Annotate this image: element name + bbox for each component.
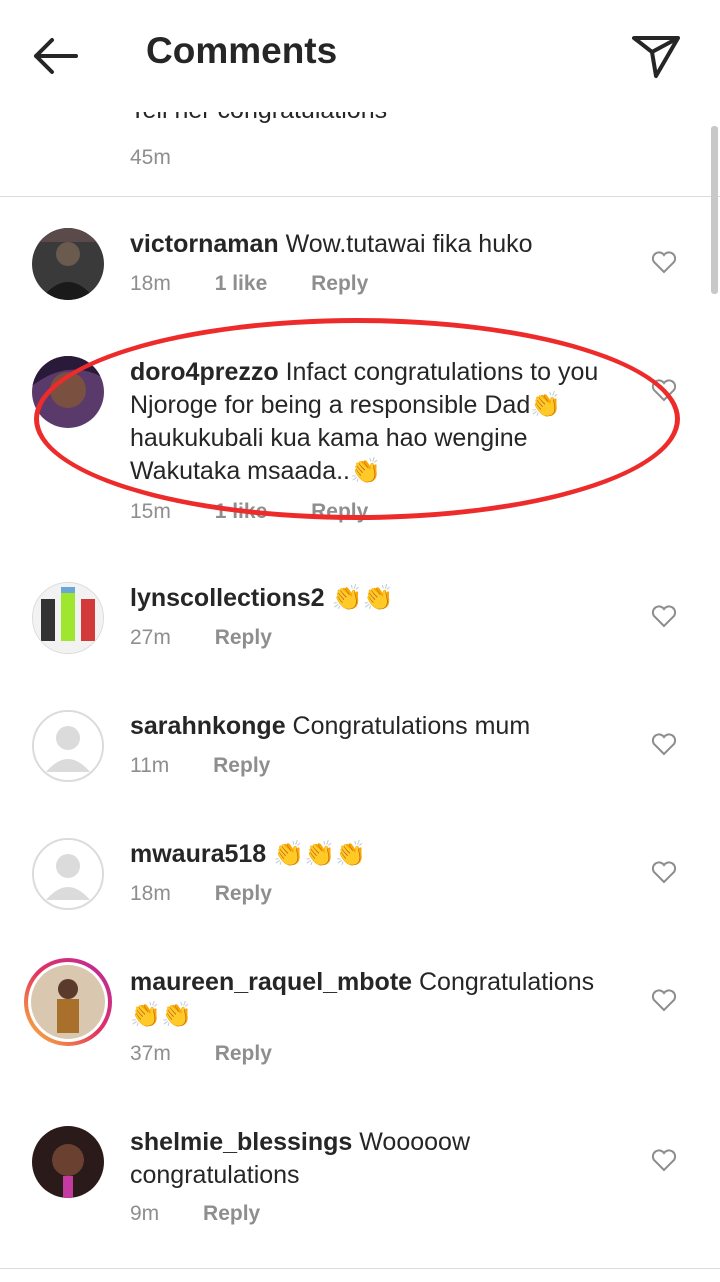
- comment-meta: 18m 1 like Reply: [130, 272, 406, 296]
- avatar[interactable]: [32, 582, 104, 654]
- reply-button[interactable]: Reply: [215, 626, 272, 649]
- arrow-left-icon: [34, 38, 78, 74]
- comment-meta: 11m Reply: [130, 754, 308, 778]
- likes-count[interactable]: 1 like: [215, 500, 268, 523]
- comment-meta: 37m Reply: [130, 1042, 310, 1066]
- heart-icon[interactable]: [651, 250, 677, 274]
- scrollbar[interactable]: [711, 126, 718, 294]
- comments-header: Comments: [0, 0, 720, 112]
- comment-username[interactable]: sarahnkonge: [130, 712, 286, 740]
- reply-button[interactable]: Reply: [215, 882, 272, 905]
- avatar[interactable]: [32, 1126, 104, 1198]
- comment-text: victornaman Wow.tutawai fika huko: [130, 228, 610, 261]
- comment-meta: 15m 1 like Reply: [130, 500, 406, 524]
- heart-icon[interactable]: [651, 604, 677, 628]
- comment-body: Wow.tutawai fika huko: [278, 230, 533, 258]
- reply-button[interactable]: Reply: [311, 500, 368, 523]
- comment-text: doro4prezzo Infact congratulations to yo…: [130, 356, 610, 488]
- comment-time: 37m: [130, 1042, 171, 1065]
- comment-time: 11m: [130, 754, 170, 777]
- comment-username[interactable]: doro4prezzo: [130, 358, 279, 386]
- heart-icon[interactable]: [651, 1148, 677, 1172]
- comment-text: maureen_raquel_mbote Congratulations 👏👏: [130, 966, 610, 1032]
- comment-time: 18m: [130, 882, 171, 905]
- comment-username[interactable]: maureen_raquel_mbote: [130, 968, 412, 996]
- share-button[interactable]: [628, 30, 684, 82]
- likes-count[interactable]: 1 like: [215, 272, 268, 295]
- comment-time: 18m: [130, 272, 171, 295]
- reply-button[interactable]: Reply: [311, 272, 368, 295]
- heart-icon[interactable]: [651, 732, 677, 756]
- comment-meta: 27m Reply: [130, 626, 310, 650]
- reply-button[interactable]: Reply: [203, 1202, 260, 1225]
- comment-time: 15m: [130, 500, 171, 523]
- comment-text: shelmie_blessings Wooooow congratulation…: [130, 1126, 610, 1192]
- comment-username[interactable]: victornaman: [130, 230, 279, 258]
- comment-username[interactable]: shelmie_blessings: [130, 1128, 352, 1156]
- comment-text: mwaura518 👏👏👏: [130, 838, 610, 871]
- avatar[interactable]: [32, 710, 104, 782]
- comment-time: 9m: [130, 1202, 160, 1225]
- heart-icon[interactable]: [651, 378, 677, 402]
- comment-username[interactable]: mwaura518: [130, 840, 266, 868]
- comment-username[interactable]: lynscollections2: [130, 584, 325, 612]
- avatar-story-ring[interactable]: [24, 958, 112, 1046]
- avatar[interactable]: [32, 838, 104, 910]
- comment-meta: 18m Reply: [130, 882, 310, 906]
- heart-icon[interactable]: [651, 860, 677, 884]
- reply-button[interactable]: Reply: [215, 1042, 272, 1065]
- reply-button[interactable]: Reply: [213, 754, 270, 777]
- avatar[interactable]: [32, 228, 104, 300]
- divider: [0, 1268, 720, 1269]
- back-button[interactable]: [28, 34, 84, 78]
- paper-plane-icon: [632, 36, 680, 78]
- comment-time: 27m: [130, 626, 171, 649]
- comment-text: sarahnkonge Congratulations mum: [130, 710, 610, 743]
- comment-body: 👏👏: [324, 584, 394, 612]
- avatar[interactable]: [32, 356, 104, 428]
- heart-icon[interactable]: [651, 988, 677, 1012]
- divider: [0, 196, 720, 197]
- page-title: Comments: [146, 30, 338, 71]
- comment-meta: 9m Reply: [130, 1202, 298, 1226]
- partial-comment-time: 45m: [130, 146, 171, 169]
- comment-text: lynscollections2 👏👏: [130, 582, 610, 615]
- comment-body: Congratulations mum: [285, 712, 531, 740]
- comment-body: 👏👏👏: [266, 840, 367, 868]
